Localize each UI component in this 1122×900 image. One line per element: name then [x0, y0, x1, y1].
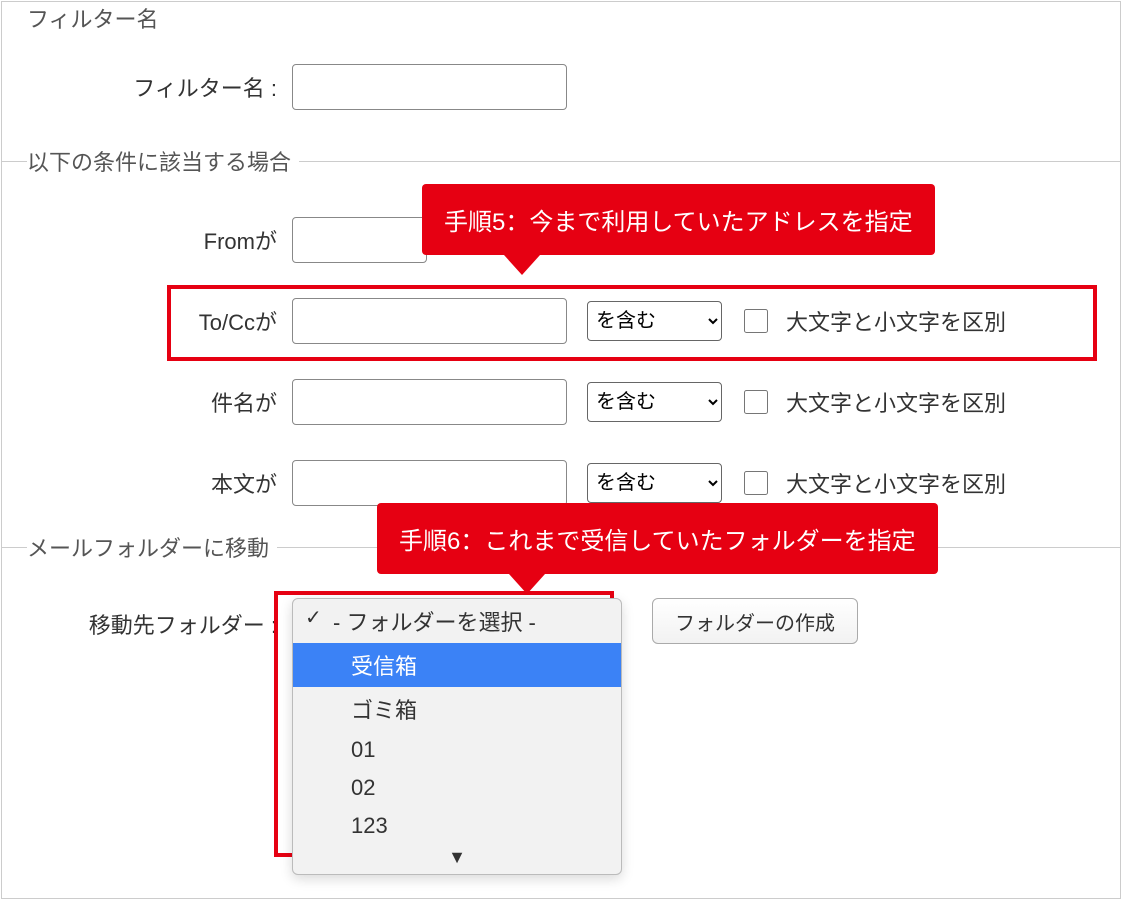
- subject-case-checkbox[interactable]: [744, 390, 768, 414]
- dropdown-item-123[interactable]: 123: [293, 807, 621, 845]
- dropdown-item-inbox[interactable]: 受信箱: [293, 643, 621, 687]
- filter-name-input[interactable]: [292, 64, 567, 110]
- dropdown-item-02[interactable]: 02: [293, 769, 621, 807]
- subject-label: 件名が: [17, 386, 292, 418]
- callout-arrow-icon: [504, 255, 540, 275]
- callout-arrow-icon: [509, 574, 545, 594]
- folder-select-dropdown[interactable]: - フォルダーを選択 - 受信箱 ゴミ箱 01 02 123 ▼: [292, 598, 622, 875]
- conditions-legend: 以下の条件に該当する場合: [27, 145, 299, 177]
- dropdown-placeholder[interactable]: - フォルダーを選択 -: [293, 599, 621, 643]
- dropdown-item-01[interactable]: 01: [293, 731, 621, 769]
- filter-name-label: フィルター名 :: [17, 71, 292, 103]
- tocc-checkbox-label: 大文字と小文字を区別: [786, 305, 1006, 337]
- filter-name-legend: フィルター名: [27, 2, 167, 34]
- tocc-row: To/Ccが を含む 大文字と小文字を区別: [17, 298, 1105, 344]
- subject-checkbox-label: 大文字と小文字を区別: [786, 386, 1006, 418]
- body-select[interactable]: を含む: [587, 463, 722, 503]
- create-folder-button[interactable]: フォルダーの作成: [652, 598, 858, 644]
- tocc-select[interactable]: を含む: [587, 301, 722, 341]
- filter-name-section: フィルター名 フィルター名 :: [2, 2, 1120, 145]
- dropdown-item-trash[interactable]: ゴミ箱: [293, 687, 621, 731]
- dest-folder-label: 移動先フォルダー :: [17, 598, 292, 640]
- body-checkbox-label: 大文字と小文字を区別: [786, 467, 1006, 499]
- dropdown-scroll-down-icon[interactable]: ▼: [293, 845, 621, 874]
- move-folder-legend: メールフォルダーに移動: [27, 531, 277, 563]
- move-folder-section: メールフォルダーに移動 移動先フォルダー : - フォルダーを選択 - 受信箱 …: [2, 531, 1120, 900]
- tocc-input[interactable]: [292, 298, 567, 344]
- tocc-label: To/Ccが: [17, 305, 292, 337]
- callout-step6: 手順6：これまで受信していたフォルダーを指定: [377, 503, 938, 574]
- conditions-section: 以下の条件に該当する場合 手順5：今まで利用していたアドレスを指定 Fromが …: [2, 145, 1120, 531]
- subject-input[interactable]: [292, 379, 567, 425]
- filter-settings-panel: フィルター名 フィルター名 : 以下の条件に該当する場合 手順5：今まで利用して…: [1, 1, 1121, 899]
- body-case-checkbox[interactable]: [744, 471, 768, 495]
- tocc-case-checkbox[interactable]: [744, 309, 768, 333]
- from-label: Fromが: [17, 224, 292, 256]
- body-input[interactable]: [292, 460, 567, 506]
- callout-step5: 手順5：今まで利用していたアドレスを指定: [422, 184, 935, 255]
- body-label: 本文が: [17, 467, 292, 499]
- subject-select[interactable]: を含む: [587, 382, 722, 422]
- from-input[interactable]: [292, 217, 427, 263]
